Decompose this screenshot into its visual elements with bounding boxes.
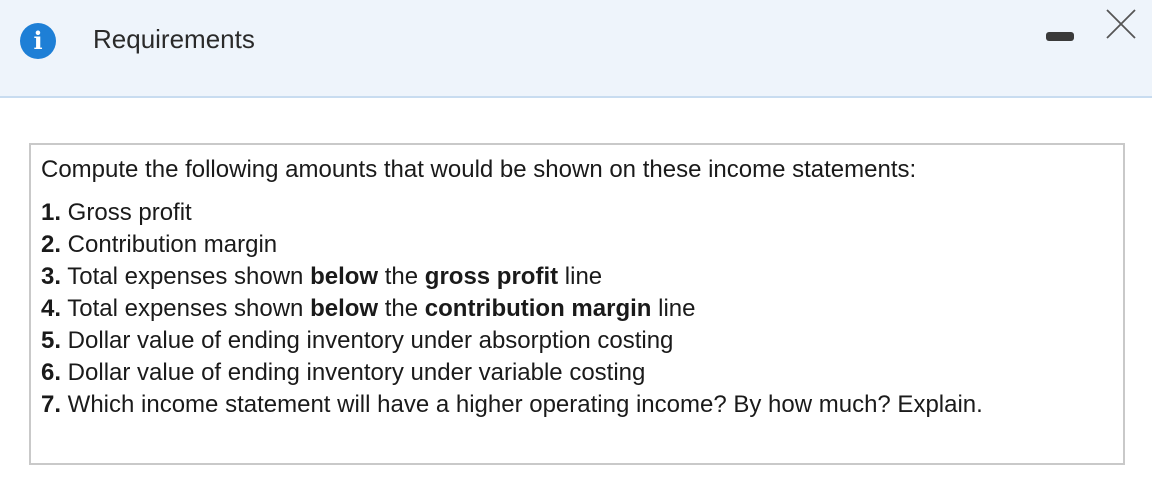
item-text: Total expenses shown: [61, 263, 311, 290]
requirement-item: 3. Total expenses shown below the gross …: [41, 261, 983, 293]
requirement-item: 4. Total expenses shown below the contri…: [41, 293, 983, 325]
dialog-header: i Requirements: [0, 0, 1152, 98]
item-text: Contribution margin: [61, 231, 278, 258]
item-text: Dollar value of ending inventory under a…: [61, 327, 674, 354]
item-number: 3.: [41, 263, 62, 290]
item-number: 2.: [41, 231, 62, 258]
requirement-item: 1. Gross profit: [41, 197, 983, 229]
emphasis-text: below: [310, 263, 379, 290]
requirements-panel: Compute the following amounts that would…: [29, 143, 1125, 465]
requirement-item: 5. Dollar value of ending inventory unde…: [41, 325, 983, 357]
requirement-item: 2. Contribution margin: [41, 229, 983, 261]
item-text: Dollar value of ending inventory under v…: [61, 359, 646, 386]
item-text: the: [378, 295, 425, 322]
item-text: line: [651, 295, 696, 322]
requirement-item: 6. Dollar value of ending inventory unde…: [41, 357, 983, 389]
requirements-list: 1. Gross profit 2. Contribution margin 3…: [41, 197, 983, 421]
item-text: Total expenses shown: [61, 295, 311, 322]
close-button[interactable]: [1101, 4, 1141, 44]
dialog-title: Requirements: [93, 24, 255, 54]
instructions-text: Compute the following amounts that would…: [41, 156, 917, 183]
close-icon: [1106, 9, 1136, 39]
item-number: 6.: [41, 359, 62, 386]
minimize-button[interactable]: [1040, 22, 1080, 52]
emphasis-text: below: [310, 295, 379, 322]
emphasis-text: contribution margin: [424, 295, 652, 322]
info-icon: i: [20, 23, 56, 59]
item-number: 1.: [41, 199, 62, 226]
requirement-item: 7. Which income statement will have a hi…: [41, 389, 983, 421]
minimize-icon: [1046, 32, 1074, 41]
item-text: Gross profit: [61, 199, 192, 226]
item-text: the: [378, 263, 425, 290]
emphasis-text: gross profit: [424, 263, 559, 290]
item-number: 5.: [41, 327, 62, 354]
item-number: 4.: [41, 295, 62, 322]
item-number: 7.: [41, 391, 62, 418]
item-text: Which income statement will have a highe…: [61, 391, 983, 418]
item-text: line: [558, 263, 603, 290]
